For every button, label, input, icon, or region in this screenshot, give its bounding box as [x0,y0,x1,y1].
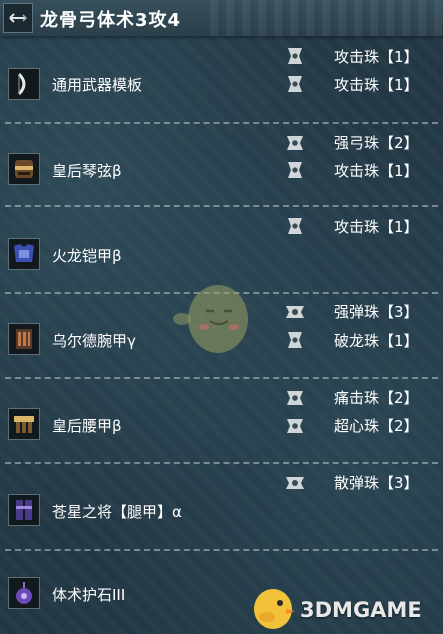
leg-armor-icon [8,494,40,526]
equipment-name[interactable]: 通用武器模板 [52,74,142,95]
equipment-name[interactable]: 皇后腰甲β [52,415,122,436]
decoration-label[interactable]: 强弓珠【2】 [334,132,419,153]
bow-weapon-icon [8,68,40,100]
decoration-label[interactable]: 攻击珠【1】 [334,216,419,237]
decoration-slot-icon [286,477,304,489]
helmet-icon [8,153,40,185]
equipment-name[interactable]: 皇后琴弦β [52,160,122,181]
decoration-slot-icon [288,76,302,92]
decoration-slot-icon [288,332,302,348]
row-separator [5,549,438,551]
title-bar: 龙骨弓体术3攻4 [0,0,443,36]
decoration-slot-icon [286,306,304,318]
row-separator [5,377,438,379]
chest-armor-icon [8,238,40,270]
equipment-name[interactable]: 火龙铠甲β [52,245,122,266]
decoration-label[interactable]: 攻击珠【1】 [334,74,419,95]
row-separator [5,122,438,124]
decoration-slot-icon [288,162,302,178]
row-separator [5,462,438,464]
decoration-label[interactable]: 攻击珠【1】 [334,46,419,67]
equipment-name[interactable]: 乌尔德腕甲γ [52,330,136,351]
equipment-name[interactable]: 体术护石III [52,584,125,605]
equipment-name[interactable]: 苍星之将【腿甲】α [52,501,182,522]
decoration-label[interactable]: 强弹珠【3】 [334,301,419,322]
decoration-slot-icon [287,136,303,150]
mascot-watermark [173,285,248,353]
watermark-chick-icon [254,589,295,629]
row-separator [5,205,438,207]
charm-icon [8,577,40,609]
title-bar-pattern [210,0,443,36]
arm-armor-icon [8,323,40,355]
decoration-label[interactable]: 超心珠【2】 [334,415,419,436]
decoration-label[interactable]: 攻击珠【1】 [334,160,419,181]
bow-icon [3,3,33,33]
page-title: 龙骨弓体术3攻4 [40,10,182,31]
decoration-slot-icon [287,419,303,433]
decoration-label[interactable]: 痛击珠【2】 [334,387,419,408]
decoration-slot-icon [287,391,303,405]
decoration-label[interactable]: 散弹珠【3】 [334,472,419,493]
waist-armor-icon [8,408,40,440]
watermark-text: 3DMGAME [300,598,422,622]
decoration-slot-icon [288,218,302,234]
decoration-slot-icon [288,48,302,64]
decoration-label[interactable]: 破龙珠【1】 [334,330,419,351]
